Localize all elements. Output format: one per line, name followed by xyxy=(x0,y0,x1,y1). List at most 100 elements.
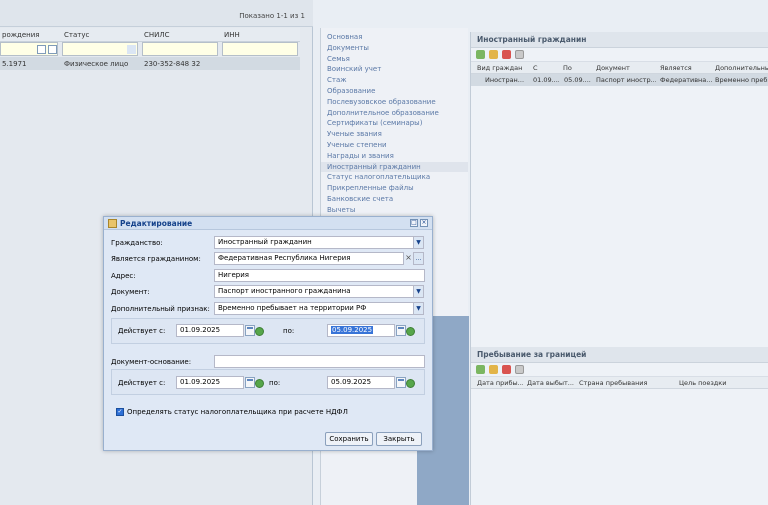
maximize-icon[interactable]: □ xyxy=(410,219,418,227)
table-row[interactable]: 5.1971 Физическое лицо 230-352-848 32 xyxy=(0,57,300,70)
valid-from-input[interactable]: 01.09.2025 xyxy=(176,324,244,337)
basis-field[interactable] xyxy=(214,355,425,368)
col-inn[interactable]: ИНН xyxy=(224,31,240,39)
col-arrival-date[interactable]: Дата прибы... xyxy=(477,379,523,387)
nav-item[interactable]: Воинский учет xyxy=(321,64,468,75)
apply-date-icon[interactable] xyxy=(406,379,415,388)
calendar-icon[interactable] xyxy=(245,377,255,388)
paging-info: Показано 1-1 из 1 xyxy=(239,12,305,20)
nav-item[interactable]: Статус налогоплательщика xyxy=(321,172,468,183)
cell: Федеративна... xyxy=(660,76,712,84)
dialog-titlebar[interactable]: Редактирование □ × xyxy=(104,217,432,230)
panel-title: Иностранный гражданин xyxy=(471,32,768,48)
apply-date-icon[interactable] xyxy=(406,327,415,336)
col-snils[interactable]: СНИЛС xyxy=(144,31,170,39)
edit-icon[interactable] xyxy=(489,50,498,59)
basis-from-label: Действует с: xyxy=(118,379,166,387)
extra-label: Дополнительный признак: xyxy=(111,305,210,313)
nav-item[interactable]: Вычеты xyxy=(321,205,468,216)
basis-to-label: по: xyxy=(269,379,281,387)
col-departure-date[interactable]: Дата выбыт... xyxy=(527,379,575,387)
close-button[interactable]: Закрыть xyxy=(376,432,422,446)
col-document[interactable]: Документ xyxy=(596,64,651,72)
citizenship-select[interactable]: Иностранный гражданин xyxy=(214,236,414,249)
filter-inn[interactable] xyxy=(222,42,298,56)
apply-date-icon[interactable] xyxy=(255,327,264,336)
nav-list: Основная Документы Семья Воинский учет Стаж О… xyxy=(321,28,468,216)
apply-date-icon[interactable] xyxy=(255,379,264,388)
nav-item[interactable]: Основная xyxy=(321,32,468,43)
col-purpose[interactable]: Цель поездки xyxy=(679,379,759,387)
dialog-title: Редактирование xyxy=(120,219,193,228)
col-to[interactable]: По xyxy=(563,64,583,72)
valid-to-input[interactable]: 05.09.2025 xyxy=(327,324,395,337)
basis-from-input[interactable]: 01.09.2025 xyxy=(176,376,244,389)
table-row[interactable]: Иностран... 01.09.... 05.09.... Паспорт … xyxy=(471,74,768,86)
nav-item[interactable]: Стаж xyxy=(321,75,468,86)
chevron-down-icon[interactable] xyxy=(127,45,136,54)
chevron-down-icon[interactable]: ▼ xyxy=(413,285,424,298)
delete-icon[interactable] xyxy=(502,365,511,374)
citizenship-label: Гражданство: xyxy=(111,239,163,247)
basis-label: Документ-основание: xyxy=(111,358,192,366)
chevron-down-icon[interactable]: ▼ xyxy=(413,302,424,315)
nav-item[interactable]: Прикрепленные файлы xyxy=(321,183,468,194)
nav-item[interactable]: Банковские счета xyxy=(321,194,468,205)
col-birthdate[interactable]: рождения xyxy=(2,31,40,39)
col-status[interactable]: Статус xyxy=(64,31,89,39)
calendar-icon[interactable] xyxy=(245,325,255,336)
col-is-citizen[interactable]: Является xyxy=(660,64,710,72)
filter-snils[interactable] xyxy=(142,42,218,56)
cell: Временно пребы xyxy=(715,76,768,84)
calendar-icon[interactable] xyxy=(396,377,406,388)
address-field[interactable]: Нигерия xyxy=(214,269,425,282)
calendar-icon[interactable] xyxy=(396,325,406,336)
more-icon[interactable]: … xyxy=(413,252,424,265)
taxpayer-checkbox[interactable]: ✓ xyxy=(116,408,124,416)
col-citizenship-type[interactable]: Вид граждан... xyxy=(477,64,523,72)
nav-item[interactable]: Образование xyxy=(321,86,468,97)
document-icon[interactable] xyxy=(515,50,524,59)
nav-item[interactable]: Ученые степени xyxy=(321,140,468,151)
nav-item[interactable]: Послевузовское образование xyxy=(321,97,468,108)
calendar-go-icon[interactable] xyxy=(48,45,57,54)
grid-header: Вид граждан... С По Документ Является До… xyxy=(471,62,768,74)
nav-item[interactable]: Иностранный гражданин xyxy=(321,161,468,173)
edit-icon[interactable] xyxy=(489,365,498,374)
basis-to-input[interactable]: 05.09.2025 xyxy=(327,376,395,389)
col-extra[interactable]: Дополнительны... xyxy=(715,64,768,72)
calendar-icon[interactable] xyxy=(37,45,46,54)
col-country[interactable]: Страна пребывания xyxy=(579,379,669,387)
is-citizen-label: Является гражданином: xyxy=(111,255,201,263)
clear-icon[interactable]: × xyxy=(404,252,413,265)
taxpayer-checkbox-label: Определять статус налогоплательщика при … xyxy=(127,408,348,416)
panel-toolbar xyxy=(471,363,768,377)
add-icon[interactable] xyxy=(476,365,485,374)
filter-status[interactable] xyxy=(62,42,138,56)
grid-toolbar: Показано 1-1 из 1 xyxy=(0,0,313,27)
nav-item[interactable]: Семья xyxy=(321,54,468,65)
cell-snils: 230-352-848 32 xyxy=(144,60,201,68)
address-label: Адрес: xyxy=(111,272,136,280)
nav-item[interactable]: Ученые звания xyxy=(321,129,468,140)
nav-item[interactable]: Сертификаты (семинары) xyxy=(321,118,468,129)
is-citizen-field[interactable]: Федеративная Республика Нигерия xyxy=(214,252,404,265)
edit-dialog-icon xyxy=(108,219,117,228)
nav-item[interactable]: Документы xyxy=(321,43,468,54)
extra-select[interactable]: Временно пребывает на территории РФ xyxy=(214,302,414,315)
document-icon[interactable] xyxy=(515,365,524,374)
nav-item[interactable]: Награды и звания xyxy=(321,151,468,162)
save-button[interactable]: Сохранить xyxy=(325,432,373,446)
panel-toolbar xyxy=(471,48,768,62)
delete-icon[interactable] xyxy=(502,50,511,59)
cell-birthdate: 5.1971 xyxy=(2,60,27,68)
close-icon[interactable]: × xyxy=(420,219,428,227)
add-icon[interactable] xyxy=(476,50,485,59)
document-select[interactable]: Паспорт иностранного гражданина xyxy=(214,285,414,298)
filter-birthdate[interactable] xyxy=(0,42,58,56)
grid-header: Дата прибы... Дата выбыт... Страна пребы… xyxy=(471,377,768,389)
col-from[interactable]: С xyxy=(533,64,553,72)
cell: 01.09.... xyxy=(533,76,559,84)
nav-item[interactable]: Дополнительное образование xyxy=(321,108,468,119)
chevron-down-icon[interactable]: ▼ xyxy=(413,236,424,249)
